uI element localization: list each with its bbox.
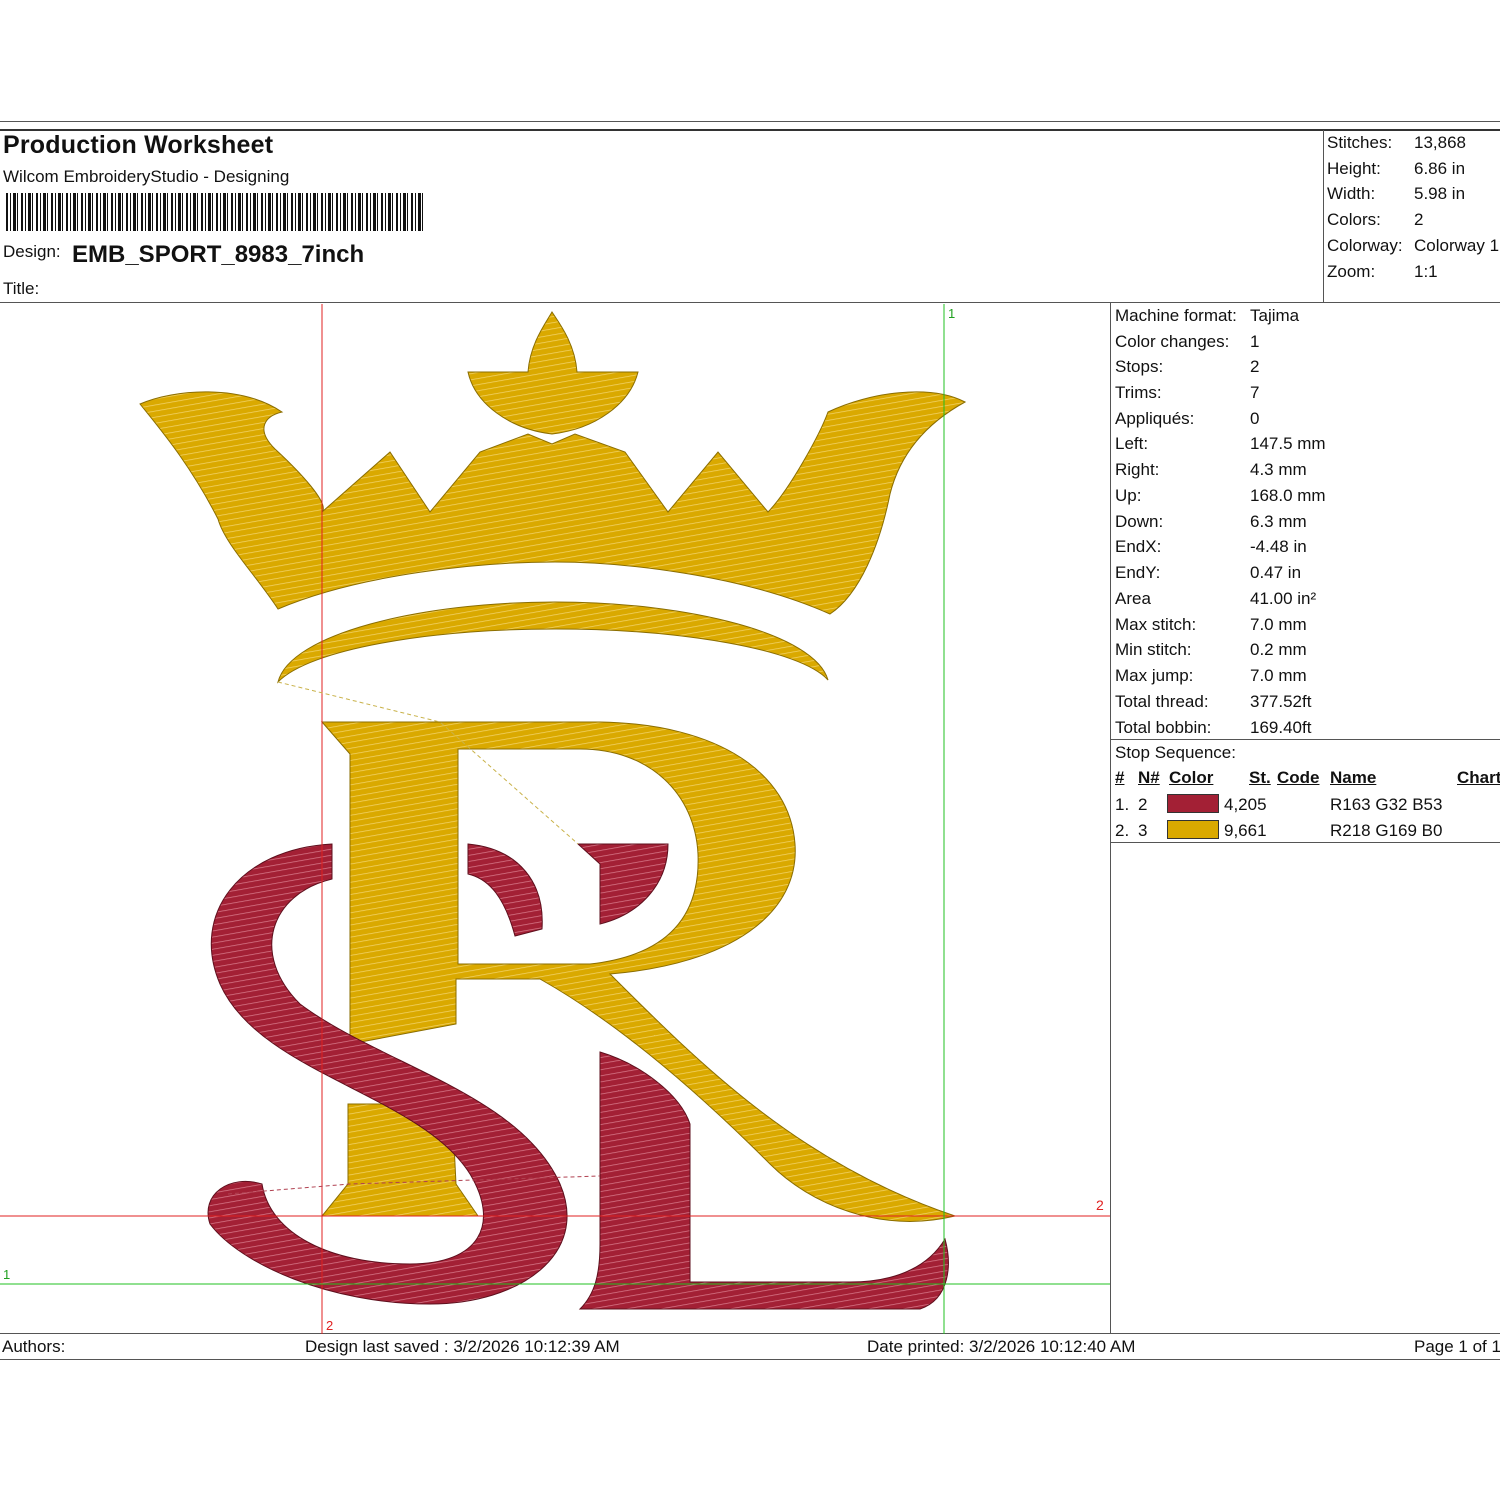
- info-value: 6.3 mm: [1250, 512, 1307, 531]
- col-name: Name: [1330, 768, 1377, 787]
- info-value: 7.0 mm: [1250, 666, 1307, 685]
- stop-row-needle: 2: [1138, 795, 1148, 814]
- info-label: Total bobbin:: [1115, 718, 1212, 737]
- letter-s-top: [467, 843, 543, 937]
- guide-marker: 2: [326, 1318, 333, 1333]
- last-saved: Design last saved : 3/2/2026 10:12:39 AM: [305, 1337, 620, 1356]
- stop-row-name: R218 G169 B0: [1330, 821, 1443, 840]
- stop-table-bottom-rule: [1110, 842, 1500, 843]
- crown-band: [277, 601, 829, 684]
- crown-center-tip: [467, 311, 639, 435]
- info-label: EndY:: [1115, 563, 1161, 582]
- summary-label: Width:: [1327, 184, 1376, 203]
- info-value: 0.2 mm: [1250, 640, 1307, 659]
- col-index: #: [1115, 768, 1125, 787]
- info-value: 1: [1250, 332, 1260, 351]
- info-value: 4.3 mm: [1250, 460, 1307, 479]
- info-value: 2: [1250, 357, 1260, 376]
- stop-row-index: 1.: [1115, 795, 1130, 814]
- summary-divider: [1323, 130, 1324, 302]
- info-label: Left:: [1115, 434, 1149, 453]
- info-divider: [1110, 303, 1111, 1333]
- info-label: Up:: [1115, 486, 1142, 505]
- authors-label: Authors:: [2, 1337, 66, 1356]
- stop-row-index: 2.: [1115, 821, 1130, 840]
- stop-row-name: R163 G32 B53: [1330, 795, 1443, 814]
- page-number: Page 1 of 1: [1414, 1337, 1500, 1356]
- summary-value: 1:1: [1414, 262, 1438, 281]
- info-value: 168.0 mm: [1250, 486, 1326, 505]
- color-swatch: [1167, 820, 1219, 839]
- info-value: 0: [1250, 409, 1260, 428]
- col-stitches: St.: [1249, 768, 1271, 787]
- summary-value: 2: [1414, 210, 1424, 229]
- guide-marker: 2: [1096, 1197, 1104, 1213]
- stop-row-stitches: 4,205: [1224, 795, 1267, 814]
- summary-label: Colorway:: [1327, 236, 1403, 255]
- info-value: Tajima: [1250, 306, 1300, 325]
- color-swatch: [1167, 794, 1219, 813]
- top-rule-thin: [0, 121, 1500, 122]
- date-printed: Date printed: 3/2/2026 10:12:40 AM: [867, 1337, 1136, 1356]
- info-label: Stops:: [1115, 357, 1164, 376]
- title-label: Title:: [3, 279, 40, 298]
- summary-value: Colorway 1: [1414, 236, 1500, 255]
- info-label: Area: [1115, 589, 1151, 608]
- production-worksheet: Production Worksheet Wilcom EmbroiderySt…: [0, 0, 1500, 1495]
- info-label: Right:: [1115, 460, 1160, 479]
- software-name: Wilcom EmbroideryStudio - Designing: [3, 167, 290, 186]
- summary-value: 13,868: [1414, 133, 1466, 152]
- summary-value: 5.98 in: [1414, 184, 1466, 203]
- header-divider: [0, 302, 1500, 303]
- stop-row-stitches: 9,661: [1224, 821, 1267, 840]
- col-color: Color: [1169, 768, 1214, 787]
- design-canvas: 1 2 1 2: [0, 304, 1110, 1334]
- info-value: 377.52ft: [1250, 692, 1312, 711]
- letter-r-notch: [576, 843, 669, 925]
- info-label: Min stitch:: [1115, 640, 1192, 659]
- info-value: -4.48 in: [1250, 537, 1307, 556]
- info-label: Appliqués:: [1115, 409, 1195, 428]
- stop-sequence-rule: [1110, 739, 1500, 740]
- col-needle: N#: [1138, 768, 1160, 787]
- info-label: Color changes:: [1115, 332, 1230, 351]
- info-label: Down:: [1115, 512, 1164, 531]
- summary-value: 6.86 in: [1414, 159, 1466, 178]
- footer-bottom-rule: [0, 1359, 1500, 1360]
- summary-label: Height:: [1327, 159, 1381, 178]
- letter-l: [578, 1051, 949, 1310]
- guide-marker: 1: [948, 306, 955, 321]
- stop-row-needle: 3: [1138, 821, 1148, 840]
- info-value: 169.40ft: [1250, 718, 1312, 737]
- col-code: Code: [1277, 768, 1320, 787]
- info-label: Max jump:: [1115, 666, 1194, 685]
- info-label: Total thread:: [1115, 692, 1209, 711]
- info-value: 7: [1250, 383, 1260, 402]
- design-label: Design:: [3, 242, 61, 261]
- barcode: [6, 193, 424, 231]
- stop-sequence-title: Stop Sequence:: [1115, 743, 1236, 762]
- info-value: 41.00 in²: [1250, 589, 1317, 608]
- info-value: 7.0 mm: [1250, 615, 1307, 634]
- summary-label: Stitches:: [1327, 133, 1393, 152]
- col-chart: Chart: [1457, 768, 1500, 787]
- info-value: 0.47 in: [1250, 563, 1302, 582]
- info-label: Trims:: [1115, 383, 1162, 402]
- design-name: EMB_SPORT_8983_7inch: [72, 241, 365, 268]
- info-label: EndX:: [1115, 537, 1162, 556]
- info-label: Machine format:: [1115, 306, 1237, 325]
- info-value: 147.5 mm: [1250, 434, 1326, 453]
- guide-marker: 1: [3, 1267, 10, 1282]
- summary-label: Zoom:: [1327, 262, 1376, 281]
- summary-label: Colors:: [1327, 210, 1381, 229]
- worksheet-title: Production Worksheet: [3, 131, 274, 159]
- info-label: Max stitch:: [1115, 615, 1197, 634]
